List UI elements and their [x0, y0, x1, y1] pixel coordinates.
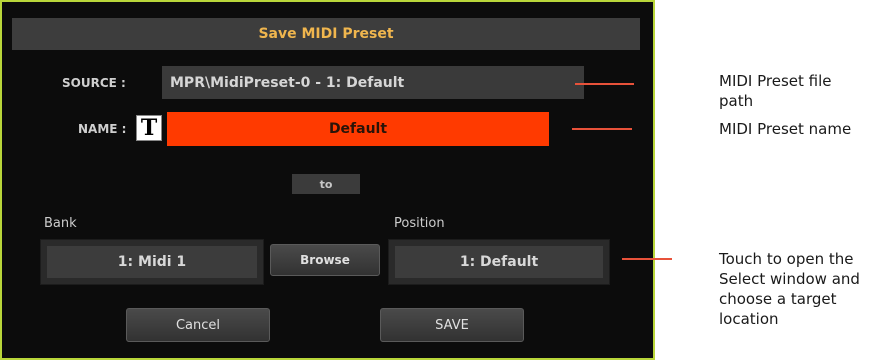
callout-select: Touch to open the Select window and choo…	[719, 249, 860, 329]
preset-name-field[interactable]: Default	[167, 112, 549, 146]
callout-select-line4: location	[719, 310, 779, 328]
save-midi-preset-dialog: Save MIDI Preset SOURCE : MPR\MidiPreset…	[0, 0, 655, 360]
bank-value[interactable]: 1: Midi 1	[47, 246, 257, 278]
bank-selector[interactable]: 1: Midi 1	[40, 239, 264, 285]
callout-select-line3: choose a target	[719, 290, 837, 308]
callout-select-line1: Touch to open the	[719, 250, 854, 268]
callout-file-path-line2: path	[719, 92, 754, 110]
dialog-title: Save MIDI Preset	[12, 18, 640, 50]
text-edit-icon[interactable]: T	[136, 115, 162, 141]
callout-file-path: MIDI Preset file path	[719, 71, 832, 111]
callout-line-file-path	[575, 83, 634, 85]
position-selector[interactable]: 1: Default	[388, 239, 610, 285]
cancel-button[interactable]: Cancel	[126, 308, 270, 342]
save-button[interactable]: SAVE	[380, 308, 524, 342]
callout-file-path-line1: MIDI Preset file	[719, 72, 832, 90]
position-label: Position	[394, 216, 445, 231]
callout-select-line2: Select window and	[719, 270, 860, 288]
browse-button[interactable]: Browse	[270, 244, 380, 276]
source-label: SOURCE :	[62, 76, 126, 90]
source-path-field: MPR\MidiPreset-0 - 1: Default	[162, 66, 584, 99]
bank-label: Bank	[44, 216, 77, 231]
callout-line-select	[622, 258, 672, 260]
callout-line-name	[572, 128, 632, 130]
to-label: to	[292, 174, 360, 194]
position-value[interactable]: 1: Default	[395, 246, 603, 278]
callout-name: MIDI Preset name	[719, 120, 852, 138]
name-label: NAME :	[78, 122, 127, 136]
